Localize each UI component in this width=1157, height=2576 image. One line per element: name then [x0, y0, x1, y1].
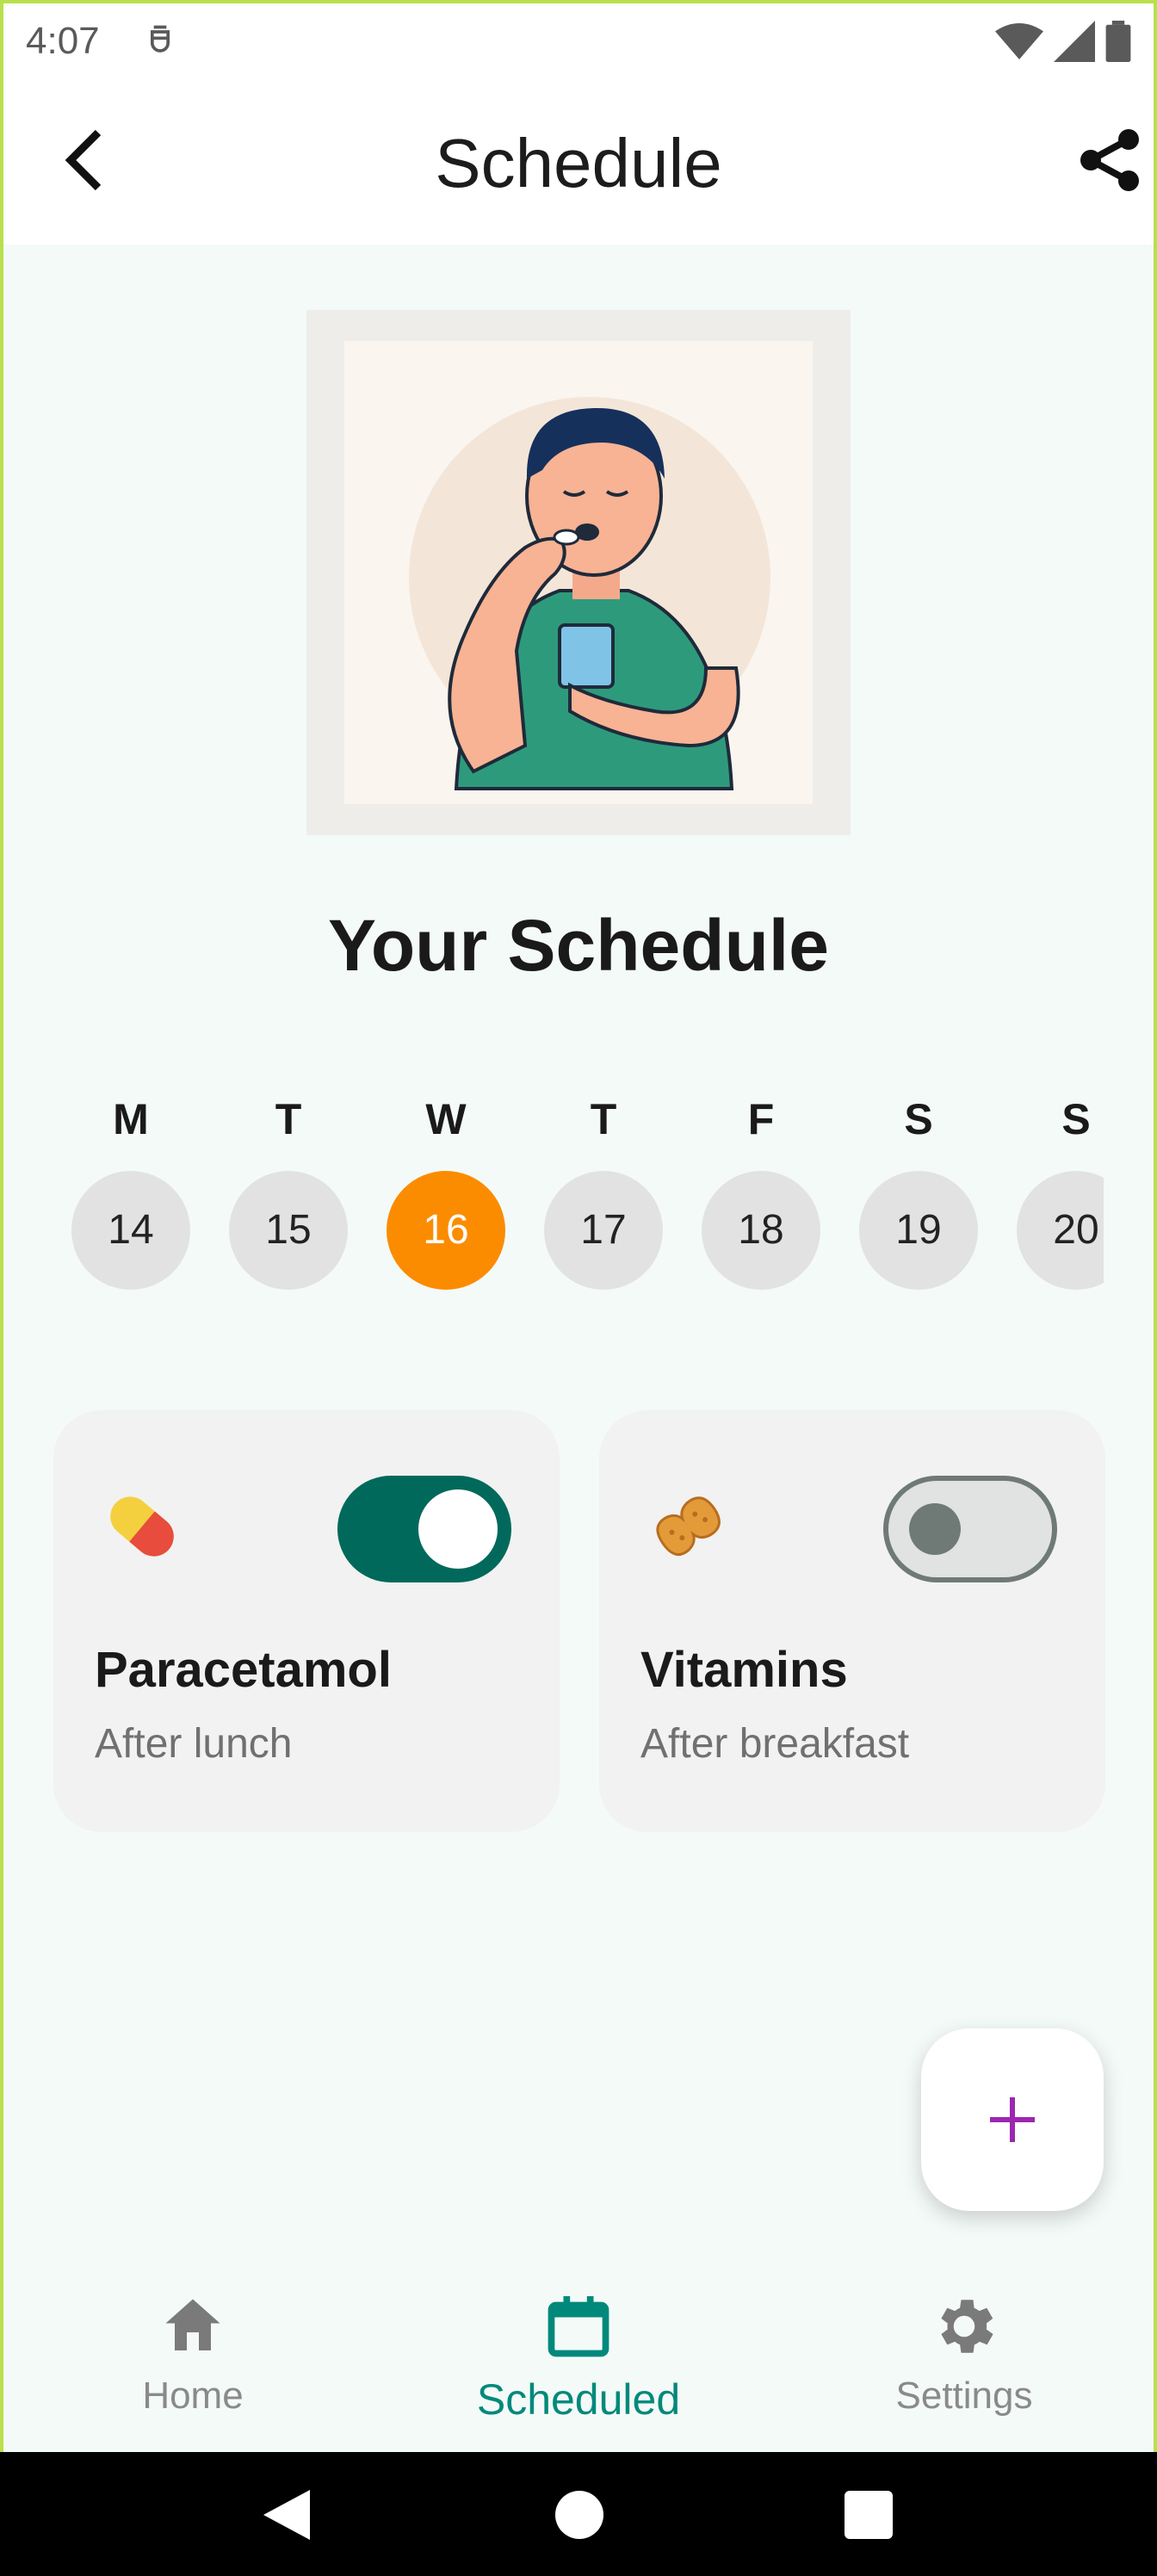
- app-notification-icon: [150, 25, 170, 53]
- bottom-navigation: Home Scheduled Settings: [0, 2263, 1157, 2452]
- back-button[interactable]: [40, 117, 126, 203]
- day-date[interactable]: 20: [1017, 1171, 1104, 1290]
- battery-icon: [1105, 21, 1131, 62]
- week-selector: M 14 T 15 W 16 T 17 F 18 S 19 S 20: [0, 1085, 1157, 1291]
- day-letter: M: [113, 1095, 149, 1143]
- day-item[interactable]: F 18: [701, 1085, 821, 1290]
- medication-card-paracetamol[interactable]: Paracetamol After lunch: [53, 1410, 560, 1832]
- day-date[interactable]: 17: [544, 1171, 663, 1290]
- medication-name: Vitamins: [640, 1642, 848, 1698]
- share-icon: [1080, 129, 1139, 191]
- nav-item-settings[interactable]: Settings: [771, 2263, 1157, 2452]
- toggle-knob: [418, 1489, 498, 1569]
- signal-icon: [1054, 21, 1095, 62]
- day-letter: T: [590, 1095, 617, 1143]
- reminder-toggle-paracetamol[interactable]: [337, 1476, 511, 1582]
- medication-timing: After breakfast: [640, 1721, 910, 1767]
- home-icon: [165, 2299, 220, 2350]
- gear-icon: [941, 2300, 993, 2353]
- day-date-selected[interactable]: 16: [387, 1171, 505, 1290]
- peanut-icon: [656, 1496, 721, 1557]
- medication-name: Paracetamol: [95, 1642, 392, 1698]
- day-date[interactable]: 14: [71, 1171, 190, 1290]
- pill-icon: [110, 1496, 174, 1557]
- plus-icon: [990, 2097, 1035, 2142]
- day-date[interactable]: 19: [859, 1171, 978, 1290]
- day-item[interactable]: M 14: [71, 1085, 191, 1290]
- nav-item-scheduled[interactable]: Scheduled: [386, 2263, 771, 2452]
- system-navigation-bar: [0, 2452, 1157, 2576]
- day-letter: F: [747, 1095, 775, 1143]
- person-taking-pill-illustration: [409, 397, 770, 790]
- day-letter: S: [1061, 1095, 1091, 1143]
- day-date[interactable]: 18: [702, 1171, 820, 1290]
- add-medication-button[interactable]: [921, 2028, 1104, 2211]
- toggle-knob: [909, 1503, 961, 1555]
- nav-item-home[interactable]: Home: [0, 2263, 386, 2452]
- day-date[interactable]: 15: [229, 1171, 348, 1290]
- system-recents-icon[interactable]: [840, 2486, 897, 2543]
- system-back-icon[interactable]: [258, 2486, 315, 2543]
- day-letter: T: [275, 1095, 302, 1143]
- nav-label: Home: [142, 2375, 244, 2417]
- day-item[interactable]: S 19: [858, 1085, 979, 1290]
- week-days-scroll[interactable]: M 14 T 15 W 16 T 17 F 18 S 19 S 20: [0, 1085, 1104, 1291]
- status-bar: 4:07: [0, 0, 1157, 83]
- day-letter: W: [425, 1095, 467, 1143]
- app-bar: Schedule: [0, 83, 1157, 245]
- day-item[interactable]: S 20: [1016, 1085, 1104, 1290]
- nav-label: Settings: [895, 2375, 1033, 2417]
- arrow-back-icon: [65, 129, 102, 191]
- day-item[interactable]: T 15: [228, 1085, 349, 1290]
- system-home-icon[interactable]: [551, 2486, 608, 2543]
- day-item[interactable]: W 16: [386, 1085, 506, 1290]
- page-title: Schedule: [435, 125, 722, 201]
- day-letter: S: [904, 1095, 933, 1143]
- day-item[interactable]: T 17: [543, 1085, 664, 1290]
- section-title: Your Schedule: [328, 905, 829, 986]
- share-button[interactable]: [1062, 117, 1157, 203]
- calendar-icon: [548, 2296, 609, 2357]
- medication-timing: After lunch: [95, 1721, 293, 1767]
- nav-label: Scheduled: [476, 2375, 681, 2424]
- medication-card-vitamins[interactable]: Vitamins After breakfast: [599, 1410, 1105, 1832]
- illustration-background: [344, 341, 813, 804]
- hero-illustration: [306, 310, 851, 835]
- status-time: 4:07: [26, 20, 100, 62]
- wifi-icon: [995, 23, 1043, 59]
- reminder-toggle-vitamins[interactable]: [883, 1476, 1057, 1582]
